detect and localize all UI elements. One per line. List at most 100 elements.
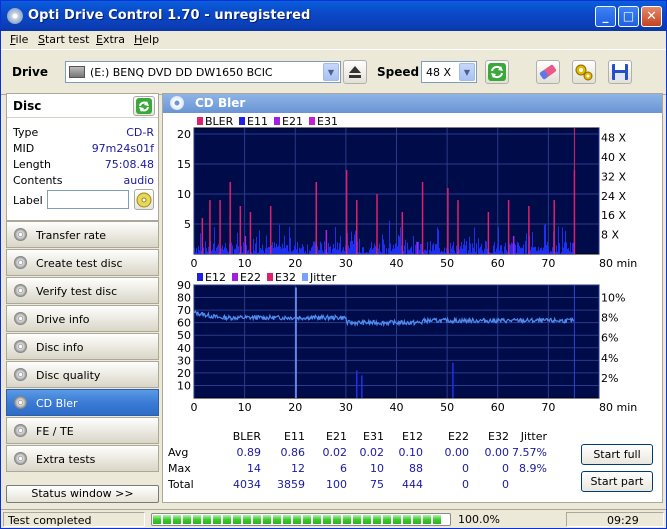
- e11-bar: [551, 251, 552, 254]
- e11-bar: [224, 247, 225, 254]
- e11-bar: [454, 250, 455, 254]
- e11-bar: [285, 247, 286, 254]
- disc-label-button[interactable]: [134, 189, 154, 210]
- e11-bar: [302, 244, 303, 254]
- disc-label-input[interactable]: [47, 190, 129, 209]
- e11-bar: [515, 244, 516, 254]
- start-part-button[interactable]: Start part: [581, 471, 653, 492]
- e11-bar: [434, 250, 435, 254]
- nav-disc-info[interactable]: Disc info: [6, 333, 159, 360]
- e11-bar: [559, 243, 560, 254]
- x-tick-label: 60: [491, 401, 505, 414]
- maximize-button[interactable]: □: [618, 6, 639, 27]
- disc-test-icon: [14, 284, 27, 297]
- nav-label: Disc quality: [36, 369, 101, 382]
- disc-mid-row: MID 97m24s01f: [13, 142, 158, 156]
- save-button[interactable]: [608, 60, 632, 84]
- e11-bar: [469, 236, 470, 254]
- e11-bar: [235, 248, 236, 254]
- menu-extra[interactable]: Extra: [96, 33, 125, 46]
- nav-drive-info[interactable]: Drive info: [6, 305, 159, 332]
- nav-create-test-disc[interactable]: Create test disc: [6, 249, 159, 276]
- nav-extra-tests[interactable]: Extra tests: [6, 445, 159, 472]
- e11-bar: [286, 245, 287, 254]
- e11-bar: [355, 230, 356, 254]
- e11-bar: [395, 243, 396, 254]
- e11-bar: [484, 248, 485, 254]
- nav-verify-test-disc[interactable]: Verify test disc: [6, 277, 159, 304]
- minimize-button[interactable]: _: [595, 6, 616, 27]
- e11-bar: [260, 248, 261, 254]
- e11-bar: [379, 243, 380, 254]
- e11-bar: [204, 253, 205, 254]
- status-window-button[interactable]: Status window >>: [6, 485, 159, 503]
- e11-bar: [534, 246, 535, 254]
- disc-length-row: Length 75:08.48: [13, 158, 158, 172]
- stat-value: 100: [326, 478, 347, 491]
- drive-select[interactable]: (E:) BENQ DVD DD DW1650 BCIC ▼: [65, 61, 341, 83]
- menu-file[interactable]: File: [10, 33, 28, 46]
- start-full-button[interactable]: Start full: [581, 444, 653, 465]
- nav-disc-quality[interactable]: Disc quality: [6, 361, 159, 388]
- legend-swatch: [267, 273, 273, 281]
- close-button[interactable]: ✕: [641, 6, 662, 27]
- e11-bar: [511, 242, 512, 254]
- e11-bar: [293, 249, 294, 254]
- e11-bar: [563, 247, 564, 254]
- y2-tick-label: 10%: [601, 292, 625, 305]
- menu-help[interactable]: Help: [134, 33, 159, 46]
- settings-button[interactable]: [572, 60, 596, 84]
- disc-header-title: Disc: [13, 99, 42, 113]
- e12-bar: [356, 370, 358, 398]
- x-tick-label: 30: [339, 401, 353, 414]
- e11-bar: [499, 250, 500, 254]
- e12-bar: [295, 287, 297, 398]
- eject-button[interactable]: [343, 60, 367, 84]
- nav-label: Disc info: [36, 341, 84, 354]
- nav-transfer-rate[interactable]: Transfer rate: [6, 221, 159, 248]
- bler-spike: [229, 182, 231, 254]
- e11-bar: [472, 243, 473, 254]
- e11-bar: [512, 243, 513, 254]
- e11-bar: [294, 246, 295, 254]
- stat-header: BLER: [232, 430, 261, 443]
- e11-bar: [259, 230, 260, 254]
- e11-bar: [314, 241, 315, 254]
- window-title: Opti Drive Control 1.70 - unregistered: [28, 8, 311, 23]
- e11-bar: [228, 252, 229, 254]
- e11-bar: [565, 231, 566, 254]
- e11-bar: [463, 244, 464, 254]
- cd-icon: [170, 96, 184, 110]
- e11-bar: [278, 245, 279, 254]
- x-tick-label: 50: [440, 401, 454, 414]
- nav-cd-bler[interactable]: CD Bler: [6, 389, 159, 416]
- e11-bar: [476, 243, 477, 254]
- e11-bar: [492, 252, 493, 254]
- e11-bar: [267, 248, 268, 254]
- chevron-down-icon[interactable]: ▼: [323, 63, 339, 81]
- nav-fe-te[interactable]: FE / TE: [6, 417, 159, 444]
- menu-start-test[interactable]: Start test: [38, 33, 90, 46]
- chevron-down-icon[interactable]: ▼: [459, 63, 475, 81]
- e11-bar: [223, 249, 224, 254]
- refresh-speed-button[interactable]: [485, 60, 509, 84]
- speed-select[interactable]: 48 X ▼: [421, 61, 477, 83]
- disc-contents-value: audio: [123, 174, 154, 187]
- disc-test-icon: [14, 424, 27, 437]
- erase-button[interactable]: [536, 60, 560, 84]
- progress-bar: [151, 513, 451, 526]
- legend-swatch: [309, 117, 315, 125]
- e11-bar: [214, 227, 215, 254]
- e11-bar: [453, 241, 454, 254]
- e11-bar: [397, 246, 398, 254]
- e11-bar: [312, 245, 313, 254]
- stat-value: 3859: [277, 478, 305, 491]
- e11-bar: [323, 252, 324, 254]
- e11-bar: [372, 249, 373, 254]
- e11-bar: [413, 235, 414, 254]
- disc-refresh-button[interactable]: [133, 96, 155, 116]
- e11-bar: [547, 241, 548, 254]
- e11-bar: [531, 246, 532, 254]
- progress-segment: [273, 515, 281, 524]
- bler-spike: [201, 218, 204, 254]
